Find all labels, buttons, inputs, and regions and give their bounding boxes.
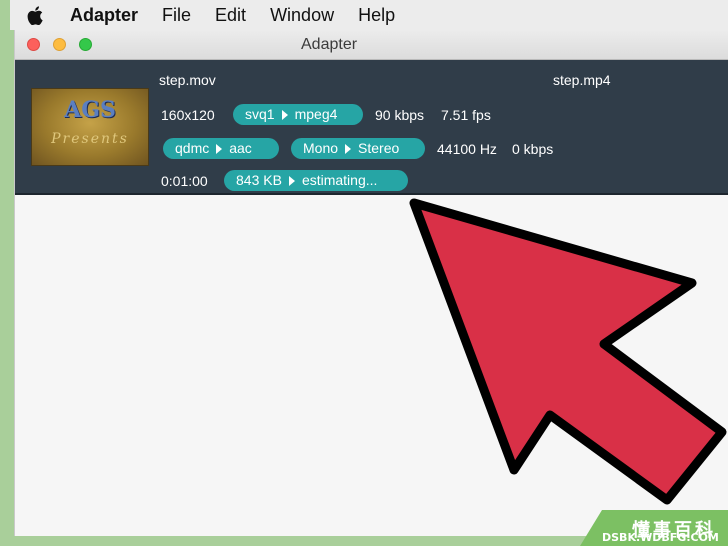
sample-rate-value: 44100 Hz — [437, 141, 497, 157]
duration-value: 0:01:00 — [161, 173, 208, 189]
adapter-window: Adapter AGS Presents step.mov step.mp4 1… — [14, 30, 728, 536]
menu-help[interactable]: Help — [358, 0, 395, 30]
source-filename: step.mov — [159, 72, 216, 88]
window-titlebar[interactable]: Adapter — [15, 30, 728, 60]
window-title: Adapter — [301, 36, 358, 53]
menu-window[interactable]: Window — [270, 0, 334, 30]
empty-queue-area — [15, 195, 728, 536]
conversion-job-row[interactable]: AGS Presents step.mov step.mp4 160x120 s… — [15, 60, 728, 195]
video-thumbnail: AGS Presents — [31, 88, 149, 166]
channels-target: Stereo — [358, 140, 400, 156]
apple-logo-icon[interactable] — [26, 4, 44, 26]
channels-source: Mono — [303, 140, 339, 156]
audio-bitrate-value: 0 kbps — [512, 141, 554, 157]
filesize-target: estimating... — [301, 172, 378, 188]
audio-codec-pill[interactable]: qdmc aac — [163, 138, 279, 159]
output-filename[interactable]: step.mp4 — [553, 70, 611, 90]
framerate-value: 7.51 fps — [441, 107, 491, 123]
play-arrow-icon — [288, 175, 295, 186]
menu-bar: Adapter File Edit Window Help — [10, 0, 728, 30]
channels-pill[interactable]: Mono Stereo — [291, 138, 425, 159]
screenshot-frame: Adapter File Edit Window Help Adapter AG… — [0, 0, 728, 546]
thumbnail-subtitle-text: Presents — [51, 131, 129, 147]
watermark-url: DSBK.WDBFG.COM — [602, 531, 719, 544]
filesize-source: 843 KB — [236, 172, 282, 188]
menu-app-name[interactable]: Adapter — [70, 0, 138, 30]
play-arrow-icon — [216, 143, 223, 154]
video-codec-source: svq1 — [245, 106, 275, 122]
video-codec-pill[interactable]: svq1 mpeg4 — [233, 104, 363, 125]
menu-edit[interactable]: Edit — [215, 0, 246, 30]
thumbnail-logo-text: AGS — [64, 97, 116, 123]
menu-file[interactable]: File — [162, 0, 191, 30]
video-codec-target: mpeg4 — [294, 106, 338, 122]
audio-codec-target: aac — [229, 140, 252, 156]
video-bitrate-value: 90 kbps — [375, 107, 425, 123]
audio-codec-source: qdmc — [175, 140, 210, 156]
resolution-value: 160x120 — [161, 107, 215, 123]
play-arrow-icon — [281, 109, 288, 120]
filesize-pill[interactable]: 843 KB estimating... — [224, 170, 408, 191]
play-arrow-icon — [345, 143, 352, 154]
